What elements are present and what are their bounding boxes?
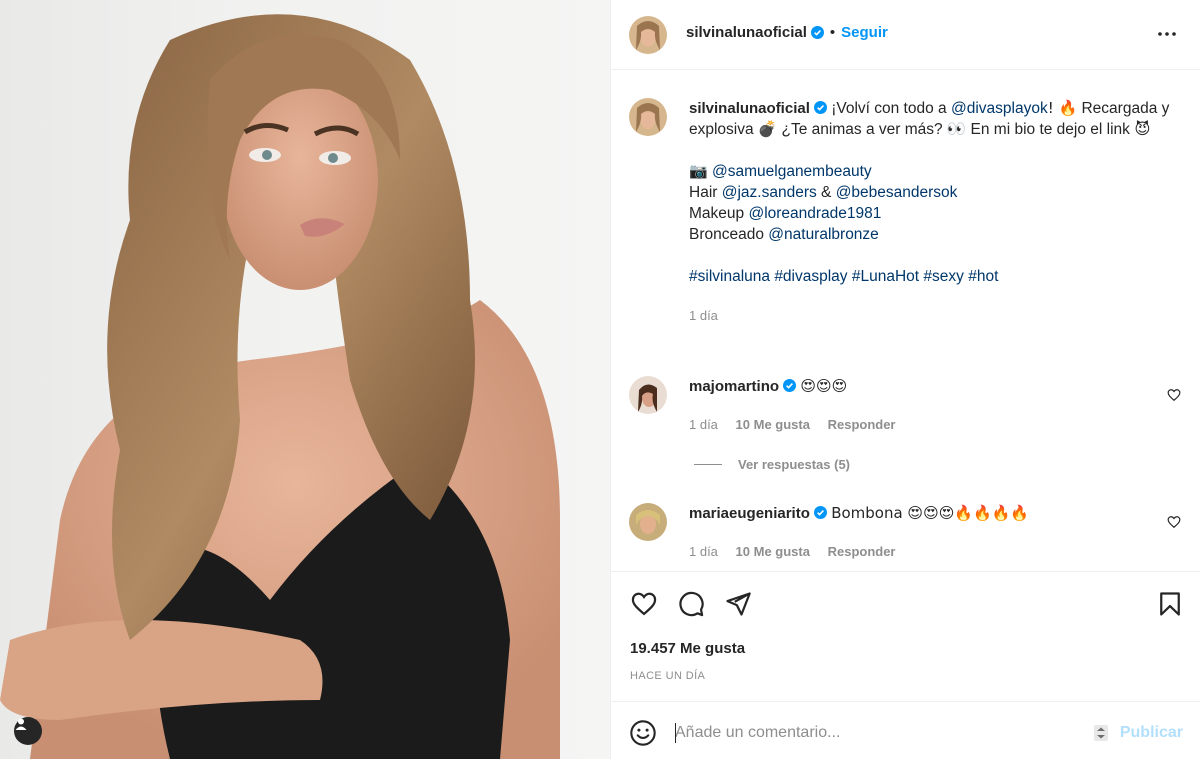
hashtag-divasplay[interactable]: #divasplay — [774, 268, 847, 285]
commenter-username[interactable]: mariaeugeniarito — [689, 505, 810, 522]
hair-label: Hair — [689, 184, 722, 201]
like-comment-heart-icon[interactable] — [1167, 388, 1181, 402]
comment-likes[interactable]: 10 Me gusta — [736, 417, 810, 432]
like-comment-heart-icon[interactable] — [1167, 515, 1181, 529]
post-photo[interactable] — [0, 0, 610, 759]
post-timestamp: HACE UN DÍA — [630, 670, 706, 682]
replies-divider — [694, 464, 722, 465]
commenter-avatar[interactable] — [629, 376, 667, 414]
add-comment-bar: Publicar — [611, 701, 1200, 759]
post-side-panel: silvinalunaoficial • Seguir silvinalunao… — [610, 0, 1200, 759]
bronze-label: Bronceado — [689, 226, 769, 243]
mention-hair-1[interactable]: @jaz.sanders — [722, 184, 817, 201]
likes-count[interactable]: 19.457 Me gusta — [630, 640, 745, 657]
bookmark-icon[interactable] — [1156, 590, 1184, 618]
caption-text: silvinalunaoficial ¡Volví con todo a @di… — [689, 98, 1184, 326]
comment-age: 1 día — [689, 544, 718, 559]
hashtags: #silvinaluna #divasplay #LunaHot #sexy #… — [689, 266, 1184, 287]
view-replies-label: Ver respuestas (5) — [738, 457, 851, 472]
caption-line-1-end: ! 🔥 — [1047, 99, 1078, 117]
text-caret — [675, 723, 676, 743]
hashtag-sexy[interactable]: #sexy — [923, 268, 964, 285]
hashtag-silvinaluna[interactable]: #silvinaluna — [689, 268, 770, 285]
portrait-image — [0, 14, 560, 759]
mention-makeup[interactable]: @loreandrade1981 — [748, 205, 881, 222]
verified-badge-icon — [813, 99, 827, 114]
sort-arrows-icon — [1094, 725, 1108, 741]
comment-text: 😍😍😍 — [800, 377, 848, 395]
mention-bronze[interactable]: @naturalbronze — [768, 226, 879, 243]
author-avatar-small[interactable] — [629, 98, 667, 136]
mention-photographer[interactable]: @samuelganembeauty — [712, 163, 872, 180]
reply-button[interactable]: Responder — [828, 417, 896, 432]
separator-dot: • — [829, 24, 836, 41]
tagged-user-button[interactable] — [14, 717, 42, 745]
heart-icon[interactable] — [630, 590, 658, 618]
hashtag-hot[interactable]: #hot — [968, 268, 998, 285]
send-icon[interactable] — [724, 590, 752, 618]
hashtag-lunahot[interactable]: #LunaHot — [852, 268, 919, 285]
publish-button[interactable]: Publicar — [1120, 724, 1183, 742]
follow-button[interactable]: Seguir — [841, 24, 888, 41]
caption-line-1: ¡Volví con todo a — [831, 100, 951, 117]
verified-badge-icon — [783, 377, 797, 392]
post-actions: 19.457 Me gusta HACE UN DÍA — [611, 571, 1200, 701]
caption-age: 1 día — [689, 308, 718, 323]
mention-divasplayok[interactable]: @divasplayok — [951, 100, 1048, 117]
caption-username[interactable]: silvinalunaoficial — [689, 100, 810, 117]
comment-likes[interactable]: 10 Me gusta — [736, 544, 810, 559]
makeup-label: Makeup — [689, 205, 749, 222]
author-username[interactable]: silvinalunaoficial — [686, 24, 807, 41]
comment-age: 1 día — [689, 417, 718, 432]
commenter-avatar[interactable] — [629, 503, 667, 541]
camera-emoji: 📷 — [689, 162, 708, 180]
comment-input[interactable] — [675, 719, 1095, 747]
verified-badge-icon — [813, 504, 827, 519]
comment-icon[interactable] — [677, 590, 705, 618]
post-header: silvinalunaoficial • Seguir — [611, 0, 1200, 70]
comments-section[interactable]: silvinalunaoficial ¡Volví con todo a @di… — [611, 71, 1200, 571]
view-replies-button[interactable]: Ver respuestas (5) — [694, 457, 850, 472]
reply-button[interactable]: Responder — [828, 544, 896, 559]
verified-badge-icon — [810, 26, 824, 39]
comment-text: Bombona 😍😍😍🔥🔥🔥🔥 — [831, 504, 1030, 522]
ampersand: & — [816, 184, 836, 201]
author-avatar[interactable] — [629, 16, 667, 54]
emoji-picker-icon[interactable] — [629, 719, 657, 747]
mention-hair-2[interactable]: @bebesandersok — [836, 184, 958, 201]
user-icon — [15, 718, 27, 730]
more-options-icon[interactable] — [1155, 24, 1179, 44]
commenter-username[interactable]: majomartino — [689, 378, 779, 395]
